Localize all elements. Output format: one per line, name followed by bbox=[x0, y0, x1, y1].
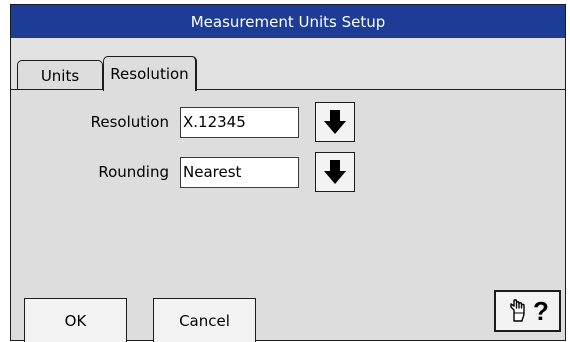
rounding-dropdown-button[interactable] bbox=[315, 152, 355, 192]
window-title: Measurement Units Setup bbox=[190, 12, 386, 31]
ok-button[interactable]: OK bbox=[24, 298, 127, 342]
cancel-button[interactable]: Cancel bbox=[153, 298, 256, 342]
down-arrow-icon bbox=[324, 110, 346, 134]
resolution-field[interactable]: X.12345 bbox=[180, 107, 299, 138]
title-bar: Measurement Units Setup bbox=[11, 5, 565, 38]
hand-pointer-icon bbox=[510, 299, 525, 322]
tab-resolution[interactable]: Resolution bbox=[103, 56, 197, 91]
tab-resolution-label: Resolution bbox=[110, 65, 189, 83]
tab-units[interactable]: Units bbox=[17, 60, 103, 90]
cancel-button-label: Cancel bbox=[179, 311, 230, 330]
ok-button-label: OK bbox=[64, 311, 87, 330]
resolution-dropdown-button[interactable] bbox=[315, 102, 355, 142]
help-question-mark: ? bbox=[533, 295, 549, 326]
tab-units-label: Units bbox=[40, 66, 80, 85]
rounding-field[interactable]: Nearest bbox=[180, 157, 299, 188]
setup-window: Measurement Units Setup Units Resolution… bbox=[10, 4, 566, 342]
rounding-label: Rounding bbox=[98, 163, 169, 181]
resolution-label: Resolution bbox=[90, 113, 169, 131]
tab-divider bbox=[11, 89, 565, 90]
tab-strip: Units Resolution bbox=[11, 38, 565, 91]
down-arrow-icon bbox=[324, 160, 346, 184]
help-button[interactable]: ? bbox=[494, 290, 561, 332]
